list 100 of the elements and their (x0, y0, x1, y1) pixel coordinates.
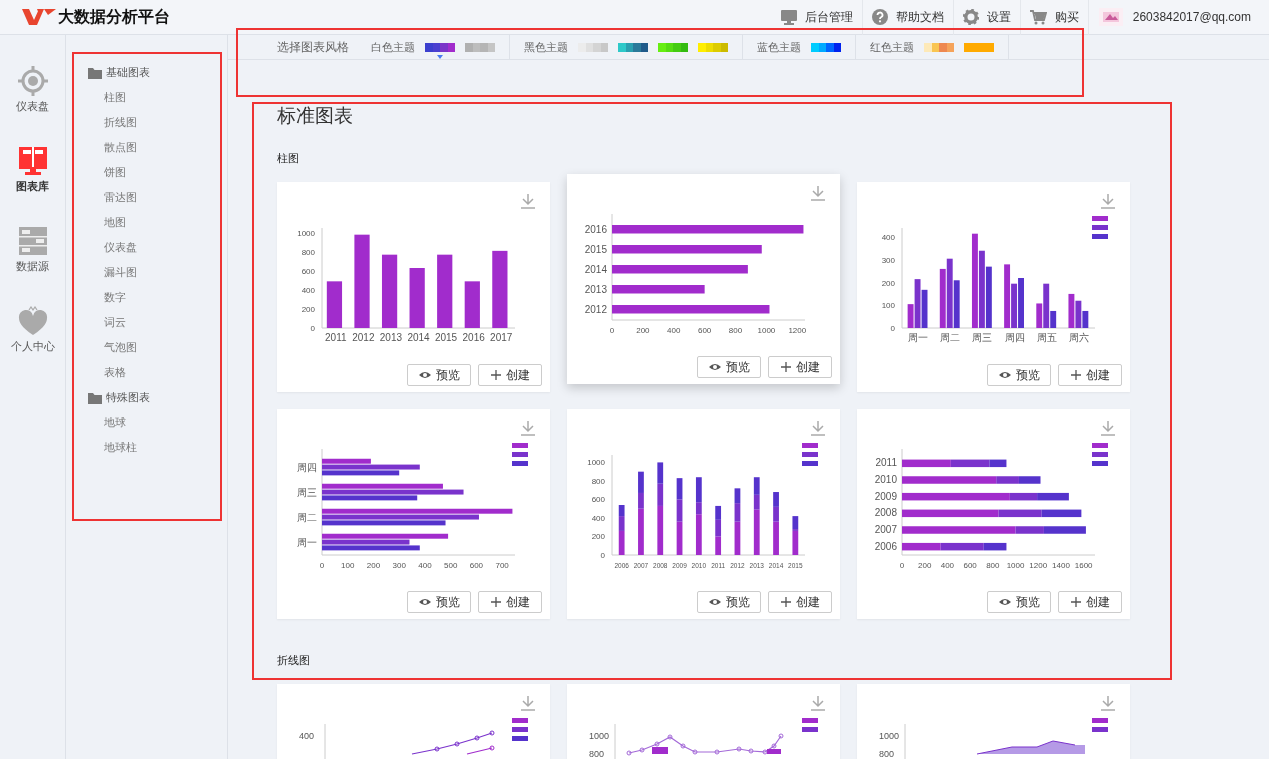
axis-tick-label: 200 (366, 561, 381, 570)
download-icon[interactable] (520, 193, 536, 209)
axis-tick-label: 200 (636, 326, 650, 335)
axis-tick-label: 2011 (325, 332, 347, 343)
color-palette[interactable] (425, 43, 455, 59)
axis-tick-label: 2006 (874, 540, 897, 552)
scale-label: 400 (299, 731, 315, 741)
folder-icon (88, 391, 102, 404)
axis-tick-label: 0 (890, 324, 895, 333)
axis-tick-label: 200 (301, 304, 315, 314)
legend-swatch (512, 461, 528, 466)
axis-tick-label: 2010 (874, 474, 897, 485)
app-title: 大数据分析平台 (58, 6, 170, 27)
tree-item[interactable]: 气泡图 (88, 335, 137, 360)
axis-tick-label: 600 (591, 495, 605, 505)
nav-item[interactable]: 个人中心 (6, 304, 59, 356)
axis-tick-label: 1000 (587, 458, 605, 468)
axis-tick-label: 2007 (874, 524, 897, 535)
tree-item[interactable]: 饼图 (88, 160, 126, 185)
axis-tick-label: 周三 (972, 332, 993, 343)
tree-item[interactable]: 散点图 (88, 135, 137, 160)
create-button[interactable]: 创建 (1058, 591, 1122, 613)
create-button[interactable]: 创建 (768, 591, 832, 613)
legend-swatch (1092, 216, 1108, 221)
download-icon[interactable] (1100, 420, 1116, 436)
nav-item[interactable]: 数据源 (12, 224, 53, 276)
bar (464, 281, 480, 328)
user-email[interactable]: 2603842017@qq.com (1132, 10, 1251, 24)
axis-tick-label: 0 (600, 551, 605, 560)
tree-item[interactable]: 数字 (88, 285, 126, 310)
axis-tick-label: 100 (341, 561, 355, 570)
axis-tick-label: 2009 (874, 490, 897, 502)
download-icon[interactable] (520, 420, 536, 436)
preview-button[interactable]: 预览 (407, 591, 471, 613)
preview-button[interactable]: 预览 (407, 364, 471, 386)
scale-label: 1000 (589, 731, 610, 741)
download-icon[interactable] (1100, 695, 1116, 711)
tree-item[interactable]: 漏斗图 (88, 260, 137, 285)
create-button[interactable]: 创建 (478, 591, 542, 613)
preview-button[interactable]: 预览 (987, 591, 1051, 613)
tree-group[interactable]: 基础图表 (88, 60, 227, 85)
axis-tick-label: 2012 (352, 332, 375, 343)
axis-tick-label: 400 (418, 561, 432, 570)
scale-label: 800 (879, 749, 895, 759)
theme-label: 红色主题 (870, 39, 914, 55)
legend-swatch (802, 461, 818, 466)
tree-group[interactable]: 特殊图表 (88, 385, 227, 410)
axis-tick-label: 周一 (297, 536, 317, 548)
scale-label: 1000 (879, 731, 900, 741)
eye-icon (418, 371, 431, 379)
header-menu-item[interactable]: 设置 (953, 0, 1021, 35)
nav-item[interactable]: 图表库 (12, 144, 53, 196)
create-button[interactable]: 创建 (478, 364, 542, 386)
download-icon[interactable] (810, 420, 826, 436)
eye-icon (998, 371, 1011, 379)
tree-item[interactable]: 柱图 (88, 85, 126, 110)
plus-icon (490, 370, 501, 380)
theme-label: 白色主题 (371, 39, 415, 55)
axis-tick-label: 周五 (1036, 332, 1057, 343)
cart-icon (1029, 9, 1047, 25)
axis-tick-label: 600 (469, 561, 484, 570)
tree-item[interactable]: 表格 (88, 360, 126, 385)
axis-tick-label: 2015 (434, 332, 458, 343)
download-icon[interactable] (520, 695, 536, 711)
tree-item[interactable]: 仪表盘 (88, 235, 137, 260)
axis-tick-label: 2017 (490, 332, 513, 343)
tree-item[interactable]: 雷达图 (88, 185, 137, 210)
axis-tick-label: 2016 (462, 332, 485, 343)
header-menu-item[interactable]: 后台管理 (771, 0, 863, 35)
preview-button[interactable]: 预览 (987, 364, 1051, 386)
theme-bar-label: 选择图表风格 (277, 38, 349, 56)
tree-item[interactable]: 词云 (88, 310, 126, 335)
axis-tick-label: 1400 (1052, 561, 1070, 570)
preview-button[interactable]: 预览 (697, 591, 761, 613)
legend-swatch (1092, 234, 1108, 239)
tree-item[interactable]: 折线图 (88, 110, 137, 135)
axis-tick-label: 2014 (407, 332, 430, 343)
axis-tick-label: 200 (881, 278, 895, 288)
section-title: 折线图 (277, 653, 310, 668)
nav-item[interactable]: 仪表盘 (12, 64, 53, 116)
header-menu-item[interactable]: 购买 (1020, 0, 1089, 35)
legend-swatch (512, 452, 528, 457)
preview-button[interactable]: 预览 (697, 356, 761, 378)
download-icon[interactable] (810, 695, 826, 711)
axis-tick-label: 周一 (908, 332, 929, 343)
plus-icon (1070, 370, 1081, 380)
header-menu-item[interactable]: 帮助文档 (862, 0, 954, 35)
axis-tick-label: 2008 (874, 507, 897, 519)
create-button[interactable]: 创建 (768, 356, 832, 378)
download-icon[interactable] (810, 185, 826, 201)
create-button[interactable]: 创建 (1058, 364, 1122, 386)
download-icon[interactable] (1100, 193, 1116, 209)
legend-swatch (1092, 443, 1108, 448)
axis-tick-label: 200 (591, 532, 605, 542)
bar (1037, 492, 1069, 501)
axis-tick-label: 600 (697, 326, 712, 335)
eye-icon (418, 598, 431, 606)
tree-item[interactable]: 地图 (88, 210, 126, 235)
tree-item[interactable]: 地球柱 (88, 435, 137, 460)
tree-item[interactable]: 地球 (88, 410, 126, 435)
